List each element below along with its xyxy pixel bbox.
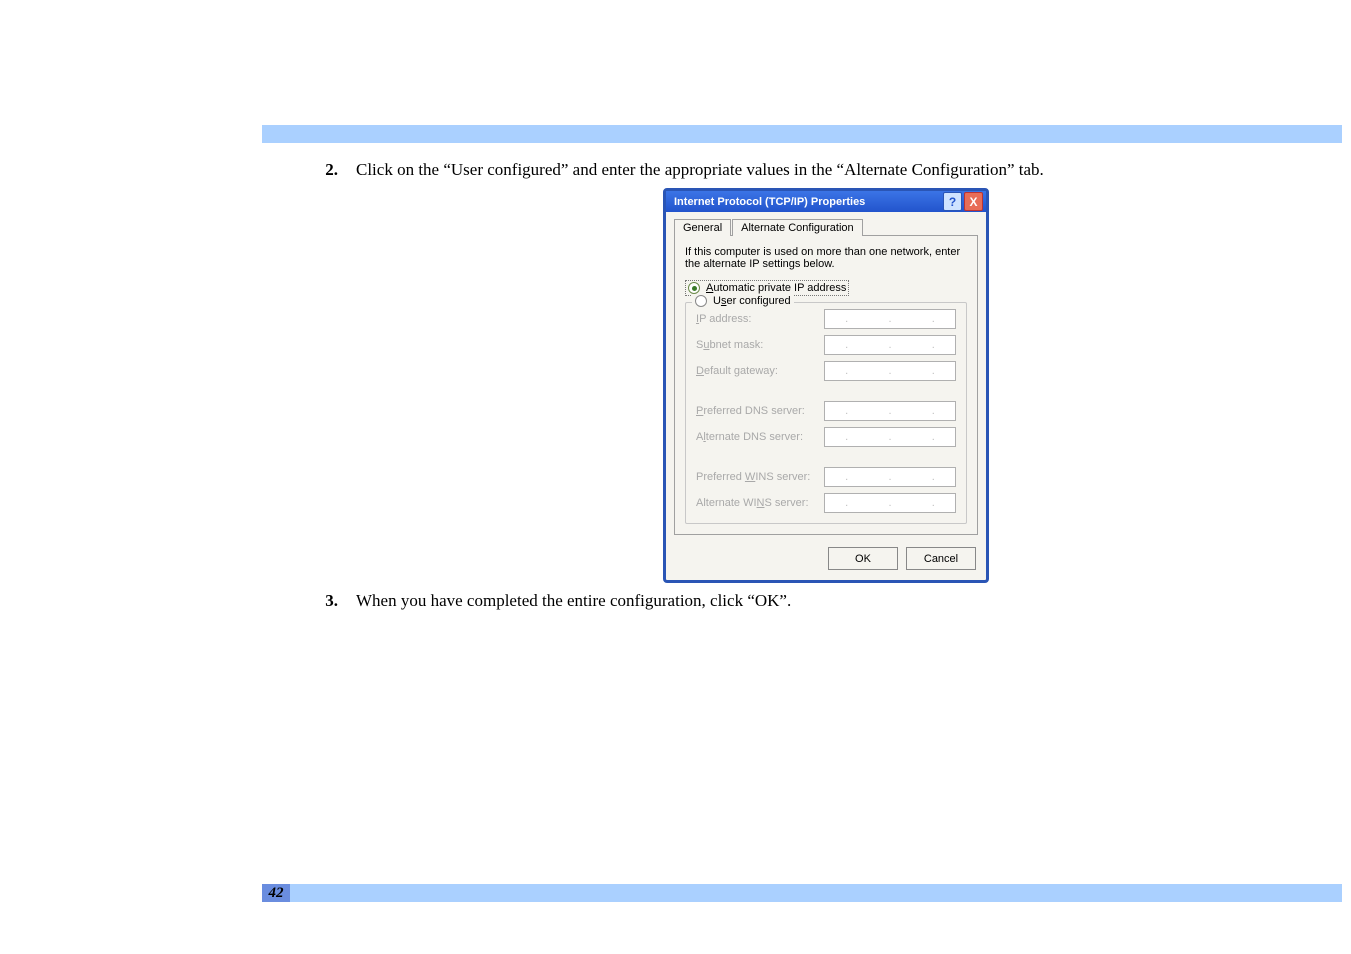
close-icon[interactable]: X: [964, 192, 983, 211]
input-alternate-wins[interactable]: ...: [824, 493, 956, 513]
row-default-gateway: Default gateway: ...: [696, 361, 956, 381]
tcpip-properties-dialog: Internet Protocol (TCP/IP) Properties ? …: [663, 188, 989, 583]
input-preferred-dns[interactable]: ...: [824, 401, 956, 421]
radio-user-configured-label: User configured: [713, 295, 791, 307]
dialog-titlebar: Internet Protocol (TCP/IP) Properties ? …: [666, 191, 986, 212]
tab-alternate-configuration[interactable]: Alternate Configuration: [732, 219, 863, 236]
label-preferred-wins: Preferred WINS server:: [696, 471, 810, 483]
input-default-gateway[interactable]: ...: [824, 361, 956, 381]
row-subnet-mask: Subnet mask: ...: [696, 335, 956, 355]
step-number-2: 2.: [310, 160, 338, 180]
label-ip-address: IP address:: [696, 313, 751, 325]
step-text-3: When you have completed the entire confi…: [356, 591, 791, 611]
label-subnet-mask: Subnet mask:: [696, 339, 763, 351]
cancel-button[interactable]: Cancel: [906, 547, 976, 570]
row-alternate-wins: Alternate WINS server: ...: [696, 493, 956, 513]
step-text-2: Click on the “User configured” and enter…: [356, 160, 1044, 180]
tab-general[interactable]: General: [674, 219, 731, 236]
radio-automatic-label: Automatic private IP address: [706, 282, 846, 294]
label-alternate-dns: Alternate DNS server:: [696, 431, 803, 443]
ok-button[interactable]: OK: [828, 547, 898, 570]
tab-strip: General Alternate Configuration: [674, 219, 986, 236]
input-subnet-mask[interactable]: ...: [824, 335, 956, 355]
label-preferred-dns: Preferred DNS server:: [696, 405, 805, 417]
intro-text: If this computer is used on more than on…: [685, 246, 967, 270]
footer-stripe: 42: [262, 884, 1342, 902]
user-configured-fieldset: User configured IP address: ... Subnet m…: [685, 302, 967, 524]
step-number-3: 3.: [310, 591, 338, 611]
top-stripe: [262, 125, 1342, 143]
help-icon[interactable]: ?: [943, 192, 962, 211]
dialog-title-text: Internet Protocol (TCP/IP) Properties: [674, 196, 865, 208]
input-preferred-wins[interactable]: ...: [824, 467, 956, 487]
label-alternate-wins: Alternate WINS server:: [696, 497, 809, 509]
step-3: 3. When you have completed the entire co…: [310, 591, 1342, 611]
row-preferred-dns: Preferred DNS server: ...: [696, 401, 956, 421]
radio-user-configured[interactable]: User configured: [692, 295, 794, 307]
row-ip-address: IP address: ...: [696, 309, 956, 329]
step-2: 2. Click on the “User configured” and en…: [310, 160, 1342, 180]
row-preferred-wins: Preferred WINS server: ...: [696, 467, 956, 487]
input-ip-address[interactable]: ...: [824, 309, 956, 329]
label-default-gateway: Default gateway:: [696, 365, 778, 377]
page-number: 42: [262, 884, 290, 902]
input-alternate-dns[interactable]: ...: [824, 427, 956, 447]
radio-automatic-private-ip[interactable]: Automatic private IP address: [685, 280, 849, 296]
row-alternate-dns: Alternate DNS server: ...: [696, 427, 956, 447]
tab-pane-alternate: If this computer is used on more than on…: [674, 235, 978, 535]
